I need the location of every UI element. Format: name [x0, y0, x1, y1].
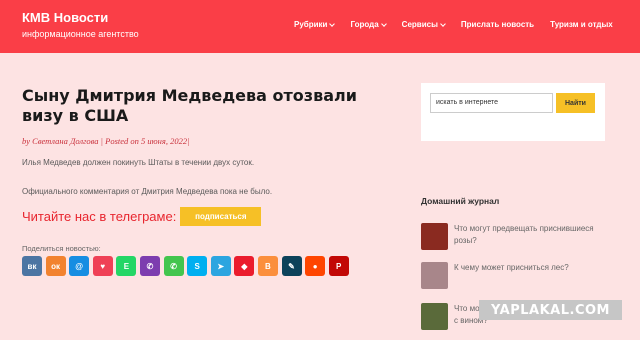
article-meta: by Светлана Долгова | Posted on 5 июня, … — [22, 136, 190, 146]
nav-item-cities[interactable]: Города — [350, 20, 387, 29]
nav-item-services[interactable]: Сервисы — [402, 20, 446, 29]
collections-share-icon[interactable]: ◆ — [234, 256, 255, 276]
pocket-share-icon[interactable]: ♥ — [92, 256, 113, 276]
article-paragraph: Официального комментария от Дмитрия Медв… — [22, 187, 273, 196]
blogger-share-icon[interactable]: B — [257, 256, 278, 276]
site-header: КМВ Новости информационное агентство Руб… — [0, 0, 640, 53]
search-widget: искать в интернете Найти — [421, 83, 605, 141]
telegram-promo: Читайте нас в телеграме: подписаться — [22, 207, 262, 226]
nav-item-tourism[interactable]: Туризм и отдых — [550, 20, 613, 29]
sidebar-post[interactable]: Что могут предвещать приснившиеся розы? — [421, 223, 604, 250]
search-button[interactable]: Найти — [556, 93, 595, 113]
subscribe-button[interactable]: подписаться — [180, 207, 262, 226]
widget-title: Домашний журнал — [421, 196, 500, 206]
sidebar-post[interactable]: К чему может присниться лес? — [421, 262, 604, 289]
main-nav: Рубрики Города Сервисы Прислать новость … — [294, 20, 629, 29]
share-buttons: вк ок @ ♥ E ✆ ✆ S ➤ ◆ B ✎ ● P — [22, 256, 352, 276]
livejournal-share-icon[interactable]: ✎ — [281, 256, 302, 276]
chevron-down-icon — [440, 20, 446, 27]
article-paragraph: Илья Медведев должен покинуть Штаты в те… — [22, 158, 255, 167]
reddit-share-icon[interactable]: ● — [305, 256, 326, 276]
evernote-share-icon[interactable]: E — [116, 256, 137, 276]
pinterest-share-icon[interactable]: P — [328, 256, 349, 276]
telegram-share-icon[interactable]: ➤ — [210, 256, 231, 276]
mailru-share-icon[interactable]: @ — [69, 256, 90, 276]
article-title: Сыну Дмитрия Медведева отозвали визу в С… — [22, 86, 357, 125]
post-thumbnail[interactable] — [421, 303, 448, 330]
chevron-down-icon — [329, 20, 336, 27]
post-title[interactable]: Что могут предвещать приснившиеся розы? — [454, 223, 604, 247]
viber-share-icon[interactable]: ✆ — [139, 256, 160, 276]
share-label: Поделиться новостью: — [22, 244, 101, 253]
article: Сыну Дмитрия Медведева отозвали визу в С… — [22, 86, 392, 196]
telegram-promo-text: Читайте нас в телеграме: — [22, 209, 177, 224]
watermark: YAPLAKAL.COM — [479, 300, 622, 320]
vk-share-icon[interactable]: вк — [22, 256, 42, 276]
nav-item-rubrics[interactable]: Рубрики — [294, 20, 336, 29]
nav-item-send-news[interactable]: Прислать новость — [461, 20, 534, 29]
skype-share-icon[interactable]: S — [187, 256, 208, 276]
site-brand[interactable]: КМВ Новости — [22, 10, 108, 25]
post-title[interactable]: К чему может присниться лес? — [454, 262, 604, 274]
chevron-down-icon — [380, 20, 387, 27]
search-input[interactable]: искать в интернете — [430, 93, 553, 113]
whatsapp-share-icon[interactable]: ✆ — [163, 256, 184, 276]
site-tagline: информационное агентство — [22, 29, 139, 39]
post-thumbnail[interactable] — [421, 223, 448, 250]
ok-share-icon[interactable]: ок — [45, 256, 66, 276]
post-thumbnail[interactable] — [421, 262, 448, 289]
